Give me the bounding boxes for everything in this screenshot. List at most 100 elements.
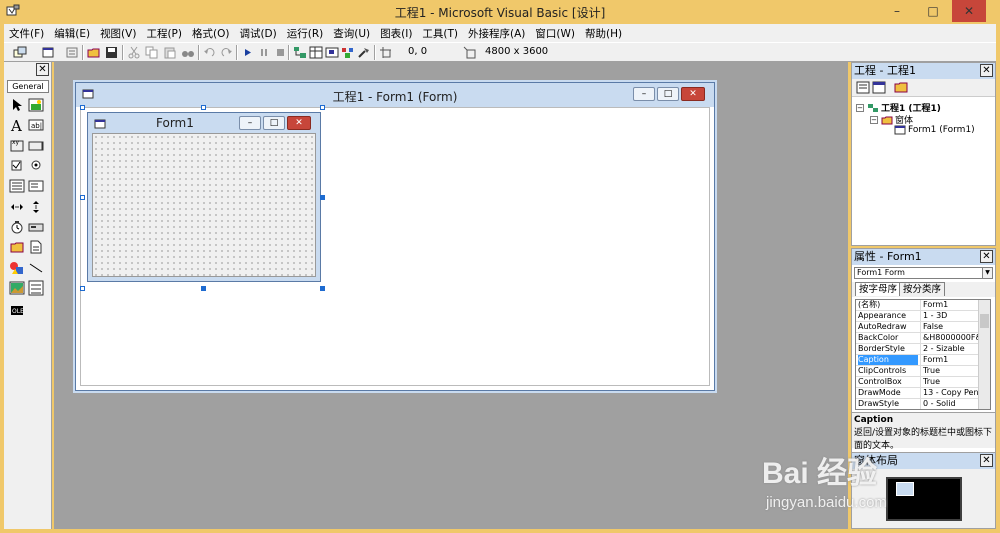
drivelistbox-icon[interactable] — [28, 219, 44, 235]
vscrollbar-icon[interactable] — [28, 199, 44, 215]
hscrollbar-icon[interactable] — [9, 199, 25, 215]
frame-icon[interactable]: xy — [9, 137, 25, 153]
resize-handle-right[interactable] — [320, 195, 325, 200]
form1-minimize-icon: – — [239, 116, 261, 130]
property-row[interactable]: BorderStyle 2 - Sizable — [856, 344, 978, 355]
property-row[interactable]: AutoRedraw False — [856, 322, 978, 333]
tab-alphabetic[interactable]: 按字母序 — [855, 282, 902, 296]
toggle-folders-icon[interactable] — [894, 81, 908, 94]
toolbox-tab-general[interactable]: General — [7, 80, 49, 93]
menu-window[interactable]: 窗口(W) — [530, 26, 580, 41]
property-row[interactable]: (名称) Form1 — [856, 300, 978, 311]
menu-format[interactable]: 格式(O) — [187, 26, 234, 41]
property-row[interactable]: ControlBox True — [856, 377, 978, 388]
timer-icon[interactable] — [9, 219, 25, 235]
filelistbox-icon[interactable] — [28, 239, 44, 255]
open-icon[interactable] — [86, 45, 102, 60]
property-row[interactable]: Appearance 1 - 3D — [856, 311, 978, 322]
add-form-icon[interactable] — [40, 45, 56, 60]
menu-query[interactable]: 查询(U) — [328, 26, 375, 41]
form-designer-caption[interactable]: 工程1 - Form1 (Form) – □ ✕ — [76, 83, 714, 107]
svg-text:ab|: ab| — [31, 122, 42, 130]
menu-file[interactable]: 文件(F) — [4, 26, 49, 41]
object-selector[interactable]: Form1 Form ▼ — [854, 267, 993, 279]
view-code-icon[interactable] — [856, 81, 870, 94]
image-icon[interactable] — [9, 280, 25, 296]
tree-node-form1[interactable]: Form1 (Form1) — [894, 125, 975, 135]
collapse-icon[interactable]: − — [856, 103, 864, 112]
svg-text:OLE: OLE — [12, 308, 24, 315]
undo-icon[interactable] — [202, 45, 218, 60]
line-icon[interactable] — [28, 260, 44, 276]
toolbox-close-button[interactable]: ✕ — [36, 63, 49, 76]
property-row[interactable]: BackColor &H8000000F& — [856, 333, 978, 344]
view-object-icon[interactable] — [872, 81, 886, 94]
menu-addins[interactable]: 外接程序(A) — [463, 26, 530, 41]
redo-icon[interactable] — [218, 45, 234, 60]
form-position-preview[interactable] — [896, 482, 914, 496]
listbox-icon[interactable] — [28, 178, 44, 194]
optionbutton-icon[interactable] — [28, 157, 44, 173]
picturebox-icon[interactable] — [28, 97, 44, 113]
dirlistbox-icon[interactable] — [9, 239, 25, 255]
properties-window-icon[interactable] — [308, 45, 324, 60]
project-icon — [868, 103, 878, 112]
scrollbar-thumb[interactable] — [980, 314, 989, 328]
properties-close-button[interactable]: ✕ — [980, 250, 993, 263]
data-control-icon[interactable] — [28, 280, 44, 296]
save-icon[interactable] — [104, 45, 120, 60]
form-layout-close-button[interactable]: ✕ — [980, 454, 993, 467]
end-icon[interactable] — [272, 45, 288, 60]
combobox-icon[interactable] — [9, 178, 25, 194]
shape-icon[interactable] — [9, 260, 25, 276]
chevron-down-icon[interactable]: ▼ — [982, 268, 992, 278]
collapse-icon[interactable]: − — [870, 115, 878, 124]
pointer-icon[interactable] — [9, 97, 25, 113]
form-icon — [94, 119, 106, 129]
project-explorer-close-button[interactable]: ✕ — [980, 64, 993, 77]
form-designer-minimize-button[interactable]: – — [633, 87, 655, 101]
copy-icon[interactable] — [144, 45, 160, 60]
menu-help[interactable]: 帮助(H) — [580, 26, 627, 41]
form1-caption[interactable]: Form1 – □ ✕ — [88, 113, 320, 133]
add-project-icon[interactable] — [12, 45, 28, 60]
form1-design-surface[interactable]: Form1 – □ ✕ — [87, 112, 321, 282]
paste-icon[interactable] — [162, 45, 178, 60]
find-icon[interactable] — [180, 45, 196, 60]
form-layout-icon[interactable] — [324, 45, 340, 60]
menu-run[interactable]: 运行(R) — [282, 26, 329, 41]
menu-project[interactable]: 工程(P) — [141, 26, 187, 41]
break-icon[interactable] — [256, 45, 272, 60]
resize-handle-bottom[interactable] — [201, 286, 206, 291]
menu-view[interactable]: 视图(V) — [95, 26, 141, 41]
toolbox-toggle-icon[interactable] — [356, 45, 372, 60]
object-browser-icon[interactable] — [340, 45, 356, 60]
start-icon[interactable] — [240, 45, 256, 60]
menu-edit[interactable]: 编辑(E) — [49, 26, 95, 41]
maximize-button[interactable]: □ — [916, 0, 950, 22]
property-row[interactable]: DrawStyle 0 - Solid — [856, 399, 978, 409]
resize-handle-corner[interactable] — [320, 286, 325, 291]
label-icon[interactable]: A — [9, 117, 25, 133]
textbox-icon[interactable]: ab| — [28, 117, 44, 133]
menu-editor-icon[interactable] — [64, 45, 80, 60]
ole-icon[interactable]: OLE — [9, 302, 25, 318]
menu-diagram[interactable]: 图表(I) — [375, 26, 417, 41]
menu-debug[interactable]: 调试(D) — [234, 26, 281, 41]
commandbutton-icon[interactable] — [28, 137, 44, 153]
property-row-selected[interactable]: Caption Form1 — [856, 355, 978, 366]
minimize-button[interactable]: – — [880, 0, 914, 22]
project-explorer-icon[interactable] — [292, 45, 308, 60]
tab-categorized[interactable]: 按分类序 — [899, 282, 946, 296]
property-row[interactable]: ClipControls True — [856, 366, 978, 377]
form-designer-maximize-button[interactable]: □ — [657, 87, 679, 101]
form-designer-close-button[interactable]: ✕ — [681, 87, 705, 101]
standard-toolbar: 0, 0 4800 x 3600 — [4, 42, 996, 62]
checkbox-icon[interactable] — [9, 157, 25, 173]
menu-tools[interactable]: 工具(T) — [417, 26, 463, 41]
close-button[interactable]: ✕ — [952, 0, 986, 22]
property-row[interactable]: DrawMode 13 - Copy Pen — [856, 388, 978, 399]
property-grid-scrollbar[interactable] — [978, 300, 990, 409]
cut-icon[interactable] — [126, 45, 142, 60]
form1-grid[interactable] — [92, 133, 316, 277]
